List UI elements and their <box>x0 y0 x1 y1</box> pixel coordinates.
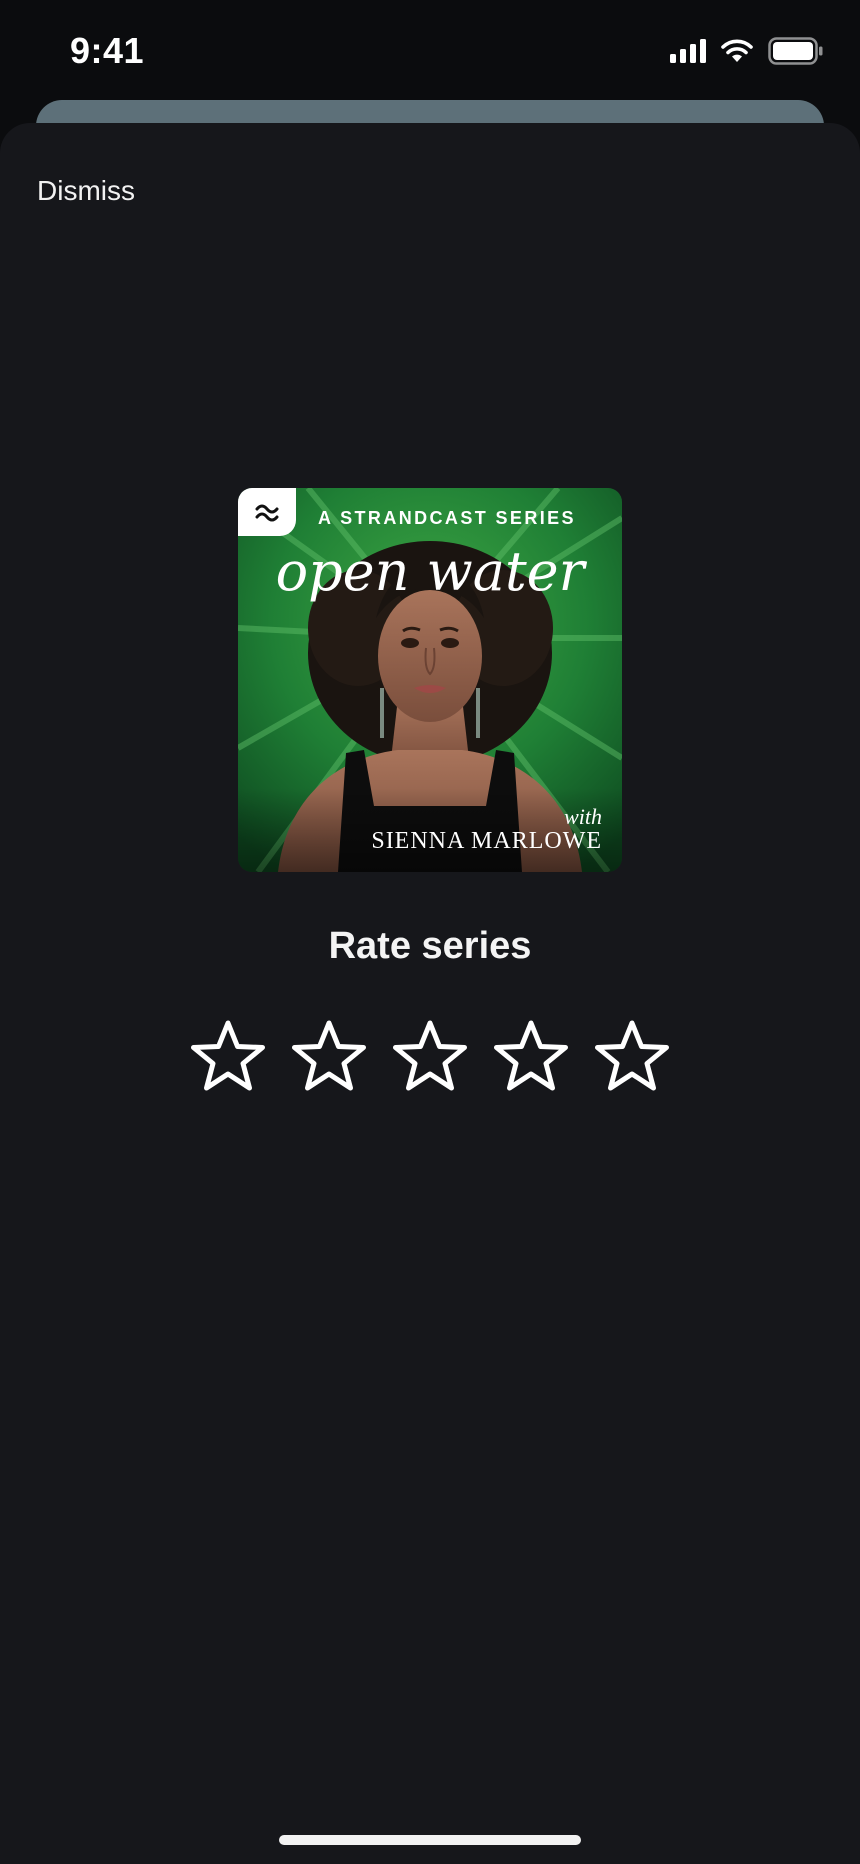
star-outline-icon <box>191 1020 265 1091</box>
artwork-with-label: with <box>564 804 602 829</box>
home-indicator[interactable] <box>279 1835 581 1845</box>
star-rating <box>190 1018 670 1094</box>
cellular-signal-icon <box>670 38 706 68</box>
star-2-button[interactable] <box>291 1018 367 1094</box>
star-3-button[interactable] <box>392 1018 468 1094</box>
rating-sheet: Dismiss A STRANDCAST SERIES open water w… <box>0 123 860 1864</box>
rate-series-title: Rate series <box>328 925 532 967</box>
star-1-button[interactable] <box>190 1018 266 1094</box>
artwork-host-name: SIENNA MARLOWE <box>371 828 602 854</box>
wave-logo-icon <box>238 488 296 536</box>
artwork-series-label: A STRANDCAST SERIES <box>318 508 576 528</box>
star-outline-icon <box>292 1020 366 1091</box>
star-outline-icon <box>494 1020 568 1091</box>
star-4-button[interactable] <box>493 1018 569 1094</box>
star-outline-icon <box>393 1020 467 1091</box>
screen: 9:41 Dismiss A STRANDCAST SERIES open wa… <box>0 0 860 1864</box>
status-icons <box>670 36 824 70</box>
dismiss-button[interactable]: Dismiss <box>37 175 135 207</box>
battery-icon <box>768 36 824 70</box>
artwork-title: open water <box>275 540 585 603</box>
star-5-button[interactable] <box>594 1018 670 1094</box>
wifi-icon <box>720 38 754 69</box>
series-artwork: A STRANDCAST SERIES open water with SIEN… <box>238 488 622 872</box>
status-time: 9:41 <box>70 30 145 71</box>
star-outline-icon <box>595 1020 669 1091</box>
status-bar: 9:41 <box>0 0 860 104</box>
